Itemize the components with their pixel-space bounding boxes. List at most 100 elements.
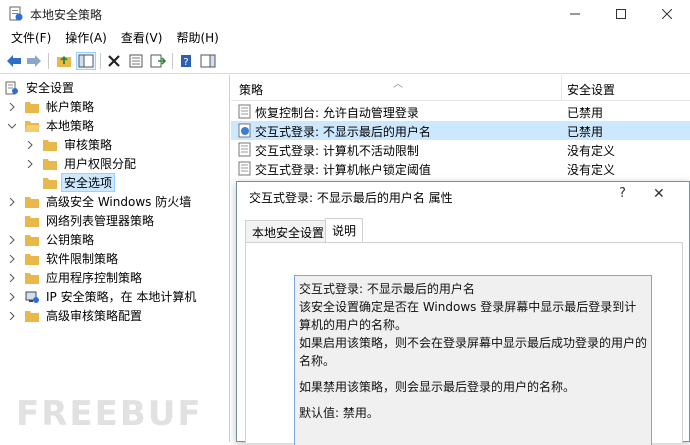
ip-security-icon: [25, 291, 39, 303]
menu-bar: 文件(F) 操作(A) 查看(V) 帮助(H): [0, 28, 690, 48]
sort-ascending-icon: ︿: [393, 79, 403, 90]
policy-item-icon: [238, 142, 251, 157]
tab-explain[interactable]: 说明: [325, 218, 364, 243]
help-book-icon: ?: [181, 55, 191, 68]
explain-tab-panel: 交互式登录: 不显示最后的用户名 该安全设置确定是否在 Windows 登录屏幕…: [245, 242, 683, 445]
tree-node-software-restriction[interactable]: 软件限制策略: [6, 249, 120, 268]
dialog-close-button[interactable]: ✕: [653, 186, 665, 202]
tree-node-app-control[interactable]: 应用程序控制策略: [6, 268, 144, 287]
dialog-help-button[interactable]: ?: [619, 186, 626, 201]
tree-node-audit-policy[interactable]: 审核策略: [24, 135, 114, 154]
table-row[interactable]: 交互式登录: 不显示最后的用户名 已禁用: [231, 121, 690, 140]
tree-label: IP 安全策略，在 本地计算机: [46, 290, 197, 304]
chevron-right-icon[interactable]: [24, 158, 36, 170]
chevron-right-icon[interactable]: [6, 291, 18, 303]
tab-label: 本地安全设置: [252, 226, 325, 240]
column-divider[interactable]: [561, 75, 562, 101]
menu-help[interactable]: 帮助(H): [169, 28, 225, 48]
column-header-policy[interactable]: 策略: [239, 81, 263, 98]
chevron-right-icon[interactable]: [6, 310, 18, 322]
show-action-pane-button[interactable]: [198, 52, 218, 70]
menu-view[interactable]: 查看(V): [114, 28, 170, 48]
policy-setting: 已禁用: [567, 106, 604, 120]
tree-node-advanced-audit[interactable]: 高级审核策略配置: [6, 306, 144, 325]
help-button[interactable]: ?: [176, 52, 196, 70]
folder-icon: [25, 253, 39, 265]
toolbar-separator: [48, 53, 49, 69]
chevron-right-icon[interactable]: [24, 139, 36, 151]
menu-action[interactable]: 操作(A): [58, 28, 114, 48]
delete-x-icon: [108, 55, 120, 67]
minimize-icon: [570, 13, 580, 15]
console-tree: 安全设置 帐户策略 本地策略 审核策略 用户权限分配 安全选项 高级安全 Win…: [0, 75, 230, 442]
folder-open-icon: [25, 120, 40, 132]
back-button[interactable]: [4, 52, 24, 70]
console-tree-icon: [78, 54, 94, 68]
show-hide-tree-button[interactable]: [76, 52, 96, 70]
explain-text-box[interactable]: 交互式登录: 不显示最后的用户名 该安全设置确定是否在 Windows 登录屏幕…: [294, 275, 652, 445]
close-icon: [662, 9, 672, 19]
tree-node-account-policies[interactable]: 帐户策略: [6, 97, 96, 116]
properties-button[interactable]: [126, 52, 146, 70]
watermark: FREEBUF: [16, 394, 203, 434]
explain-paragraph: 该安全设置确定是否在 Windows 登录屏幕中显示最后登录到计算机的用户的名称…: [299, 300, 637, 332]
tree-label: 安全设置: [26, 81, 75, 95]
policy-name: 交互式登录: 计算机帐户锁定阈值: [255, 163, 431, 177]
folder-icon: [43, 139, 57, 151]
up-folder-button[interactable]: [54, 52, 74, 70]
toolbar-separator: [100, 53, 101, 69]
table-row[interactable]: 恢复控制台: 允许自动管理登录 已禁用: [231, 102, 690, 121]
chevron-right-icon[interactable]: [6, 234, 18, 246]
minimize-button[interactable]: [552, 0, 598, 28]
tree-node-public-key-policies[interactable]: 公钥策略: [6, 230, 96, 249]
toolbar: ?: [0, 48, 690, 74]
security-settings-icon: [5, 81, 18, 94]
tab-label: 说明: [332, 224, 357, 238]
folder-icon: [25, 234, 39, 246]
folder-icon: [25, 196, 39, 208]
list-header: ︿ 策略 安全设置: [231, 75, 690, 101]
tree-node-local-policies[interactable]: 本地策略: [6, 116, 96, 135]
forward-button[interactable]: [24, 52, 44, 70]
folder-icon: [25, 272, 39, 284]
delete-button[interactable]: [104, 52, 124, 70]
tree-node-user-rights-assignment[interactable]: 用户权限分配: [24, 154, 138, 173]
tree-node-security-options[interactable]: 安全选项: [42, 173, 116, 192]
tree-node-windows-firewall[interactable]: 高级安全 Windows 防火墙: [6, 192, 193, 211]
policy-item-icon: [238, 161, 251, 176]
up-folder-icon: [57, 56, 71, 67]
maximize-button[interactable]: [598, 0, 644, 28]
tree-label: 高级审核策略配置: [46, 309, 143, 323]
folder-icon: [43, 177, 57, 189]
chevron-right-icon[interactable]: [6, 272, 18, 284]
window-title: 本地安全策略: [30, 8, 103, 22]
tree-label: 公钥策略: [46, 233, 95, 247]
local-security-policy-icon: [9, 6, 23, 21]
tree-node-security-settings[interactable]: 安全设置: [4, 78, 76, 97]
column-header-setting[interactable]: 安全设置: [567, 81, 615, 98]
menu-file[interactable]: 文件(F): [4, 28, 58, 48]
export-list-icon: [150, 54, 166, 68]
explain-paragraph: 如果启用该策略，则不会在登录屏幕中显示最后成功登录的用户的名称。: [299, 336, 648, 368]
chevron-right-icon[interactable]: [6, 196, 18, 208]
chevron-right-icon[interactable]: [6, 253, 18, 265]
properties-dialog: 交互式登录: 不显示最后的用户名 属性 ? ✕ 本地安全设置 说明 交互式登录:…: [236, 181, 690, 445]
tree-label: 网络列表管理器策略: [46, 214, 155, 228]
policy-name: 恢复控制台: 允许自动管理登录: [255, 106, 419, 120]
tree-label: 软件限制策略: [46, 252, 119, 266]
tree-label: 审核策略: [64, 138, 113, 152]
close-button[interactable]: [644, 0, 690, 28]
properties-icon: [129, 54, 143, 68]
tab-local-security-setting[interactable]: 本地安全设置: [245, 220, 332, 242]
chevron-right-icon[interactable]: [6, 101, 18, 113]
table-row[interactable]: 交互式登录: 计算机不活动限制 没有定义: [231, 140, 690, 159]
svg-text:?: ?: [183, 57, 188, 68]
export-list-button[interactable]: [148, 52, 168, 70]
tree-node-network-list-manager[interactable]: 网络列表管理器策略: [24, 211, 156, 230]
folder-icon: [25, 310, 39, 322]
tree-label: 高级安全 Windows 防火墙: [46, 195, 192, 209]
tree-node-ip-security[interactable]: IP 安全策略，在 本地计算机: [6, 287, 198, 306]
tree-label: 应用程序控制策略: [46, 271, 143, 285]
table-row[interactable]: 交互式登录: 计算机帐户锁定阈值 没有定义: [231, 159, 690, 178]
chevron-down-icon[interactable]: [6, 120, 18, 132]
